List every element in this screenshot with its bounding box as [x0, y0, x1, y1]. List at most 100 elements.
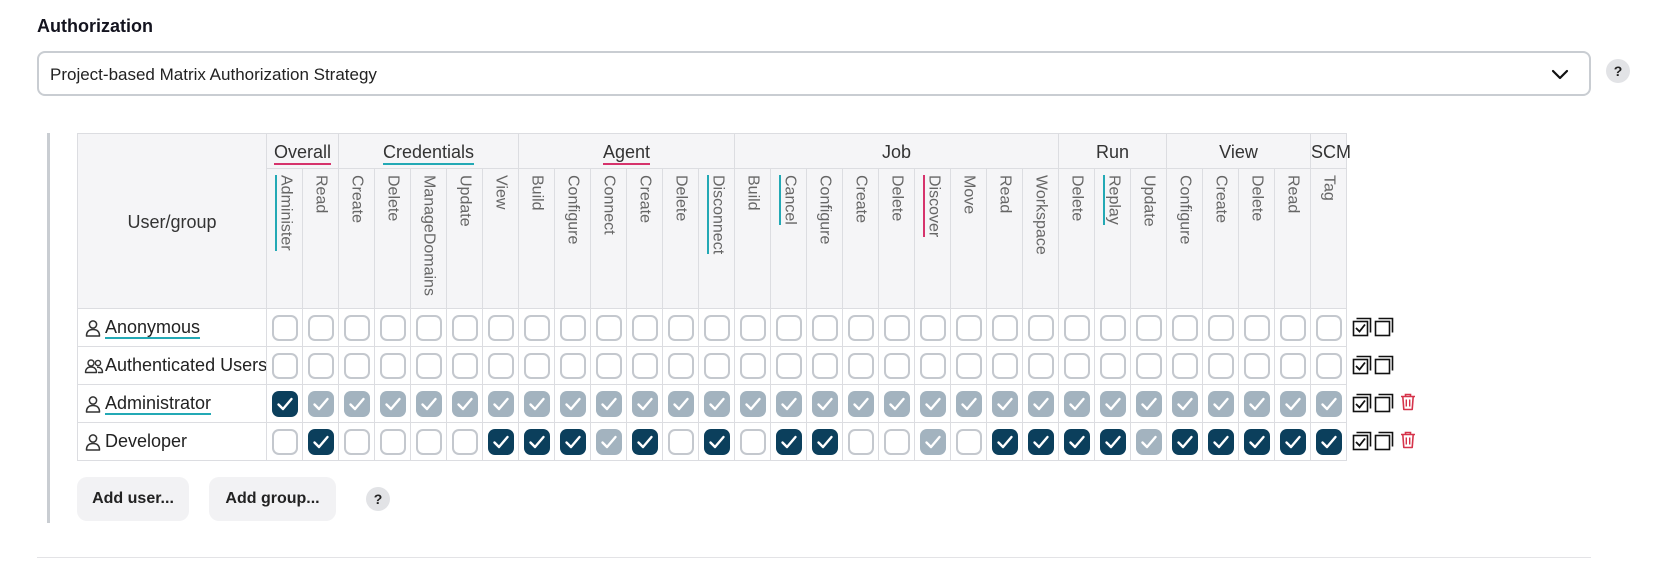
permission-checkbox[interactable] — [739, 352, 766, 379]
permission-checkbox[interactable] — [847, 390, 874, 417]
permission-checkbox[interactable] — [1099, 314, 1126, 341]
permission-checkbox[interactable] — [919, 352, 946, 379]
permission-checkbox[interactable] — [1207, 428, 1234, 455]
permission-checkbox[interactable] — [487, 314, 514, 341]
permission-checkbox[interactable] — [271, 390, 298, 417]
permission-checkbox[interactable] — [991, 428, 1018, 455]
permission-checkbox[interactable] — [595, 352, 622, 379]
unselect-all-icon[interactable] — [1374, 393, 1394, 418]
permission-header-label[interactable]: Discover — [922, 175, 943, 238]
permission-checkbox[interactable] — [919, 390, 946, 417]
permission-checkbox[interactable] — [1027, 428, 1054, 455]
permission-checkbox[interactable] — [1279, 314, 1306, 341]
permission-checkbox[interactable] — [595, 314, 622, 341]
permission-checkbox[interactable] — [451, 314, 478, 341]
permission-checkbox[interactable] — [1279, 352, 1306, 379]
permission-checkbox[interactable] — [487, 352, 514, 379]
permission-checkbox[interactable] — [739, 428, 766, 455]
permission-checkbox[interactable] — [1099, 352, 1126, 379]
permission-checkbox[interactable] — [415, 352, 442, 379]
permission-checkbox[interactable] — [523, 314, 550, 341]
permission-checkbox[interactable] — [559, 390, 586, 417]
permission-checkbox[interactable] — [415, 390, 442, 417]
permission-header-label[interactable]: Replay — [1102, 175, 1123, 225]
permission-checkbox[interactable] — [991, 352, 1018, 379]
permission-checkbox[interactable] — [343, 428, 370, 455]
permission-checkbox[interactable] — [883, 390, 910, 417]
permission-checkbox[interactable] — [415, 428, 442, 455]
permission-checkbox[interactable] — [883, 428, 910, 455]
permission-checkbox[interactable] — [1063, 428, 1090, 455]
permission-checkbox[interactable] — [631, 390, 658, 417]
add-user-button[interactable]: Add user... — [77, 477, 189, 521]
permission-checkbox[interactable] — [379, 428, 406, 455]
permission-checkbox[interactable] — [523, 352, 550, 379]
permission-checkbox[interactable] — [1243, 352, 1270, 379]
unselect-all-icon[interactable] — [1374, 355, 1394, 380]
permission-checkbox[interactable] — [631, 352, 658, 379]
permission-checkbox[interactable] — [487, 390, 514, 417]
permission-checkbox[interactable] — [595, 390, 622, 417]
permission-checkbox[interactable] — [379, 352, 406, 379]
permission-checkbox[interactable] — [271, 428, 298, 455]
user-name-text[interactable]: Anonymous — [105, 317, 201, 339]
permission-checkbox[interactable] — [847, 428, 874, 455]
permission-checkbox[interactable] — [343, 314, 370, 341]
permission-checkbox[interactable] — [811, 428, 838, 455]
permission-checkbox[interactable] — [271, 314, 298, 341]
permission-checkbox[interactable] — [1135, 352, 1162, 379]
permission-checkbox[interactable] — [1027, 390, 1054, 417]
permission-checkbox[interactable] — [1315, 390, 1342, 417]
permission-checkbox[interactable] — [1315, 314, 1342, 341]
permission-checkbox[interactable] — [919, 314, 946, 341]
permission-checkbox[interactable] — [559, 428, 586, 455]
trash-icon[interactable] — [1400, 431, 1416, 454]
permission-checkbox[interactable] — [1171, 352, 1198, 379]
permission-checkbox[interactable] — [703, 314, 730, 341]
permission-checkbox[interactable] — [1027, 314, 1054, 341]
permission-checkbox[interactable] — [739, 314, 766, 341]
permission-checkbox[interactable] — [811, 390, 838, 417]
permission-checkbox[interactable] — [667, 390, 694, 417]
permission-checkbox[interactable] — [847, 352, 874, 379]
permission-checkbox[interactable] — [307, 352, 334, 379]
permission-checkbox[interactable] — [1135, 390, 1162, 417]
permission-checkbox[interactable] — [1279, 390, 1306, 417]
permission-checkbox[interactable] — [847, 314, 874, 341]
permission-checkbox[interactable] — [487, 428, 514, 455]
permission-checkbox[interactable] — [811, 352, 838, 379]
unselect-all-icon[interactable] — [1374, 431, 1394, 456]
permission-checkbox[interactable] — [883, 314, 910, 341]
add-group-button[interactable]: Add group... — [209, 477, 336, 521]
permission-checkbox[interactable] — [991, 390, 1018, 417]
permission-group-label-text[interactable]: Overall — [273, 142, 331, 165]
permission-checkbox[interactable] — [811, 314, 838, 341]
permission-checkbox[interactable] — [1135, 314, 1162, 341]
permission-checkbox[interactable] — [343, 390, 370, 417]
permission-checkbox[interactable] — [703, 428, 730, 455]
permission-checkbox[interactable] — [775, 352, 802, 379]
permission-group-label-text[interactable]: Credentials — [382, 142, 475, 165]
permission-checkbox[interactable] — [1135, 428, 1162, 455]
select-all-icon[interactable] — [1352, 393, 1372, 418]
permission-checkbox[interactable] — [271, 352, 298, 379]
select-all-icon[interactable] — [1352, 431, 1372, 456]
trash-icon[interactable] — [1400, 393, 1416, 416]
permission-checkbox[interactable] — [631, 428, 658, 455]
permission-header-label[interactable]: Administer — [274, 175, 295, 251]
permission-checkbox[interactable] — [1063, 352, 1090, 379]
permission-checkbox[interactable] — [1063, 314, 1090, 341]
permission-checkbox[interactable] — [451, 352, 478, 379]
permission-header-label[interactable]: Cancel — [778, 175, 799, 225]
permission-checkbox[interactable] — [703, 352, 730, 379]
permission-checkbox[interactable] — [775, 428, 802, 455]
permission-checkbox[interactable] — [415, 314, 442, 341]
permission-checkbox[interactable] — [1207, 314, 1234, 341]
permission-checkbox[interactable] — [703, 390, 730, 417]
permission-checkbox[interactable] — [559, 352, 586, 379]
permission-checkbox[interactable] — [1243, 390, 1270, 417]
permission-checkbox[interactable] — [1171, 390, 1198, 417]
permission-checkbox[interactable] — [1315, 352, 1342, 379]
permission-group-label-text[interactable]: Agent — [602, 142, 651, 165]
permission-checkbox[interactable] — [739, 390, 766, 417]
